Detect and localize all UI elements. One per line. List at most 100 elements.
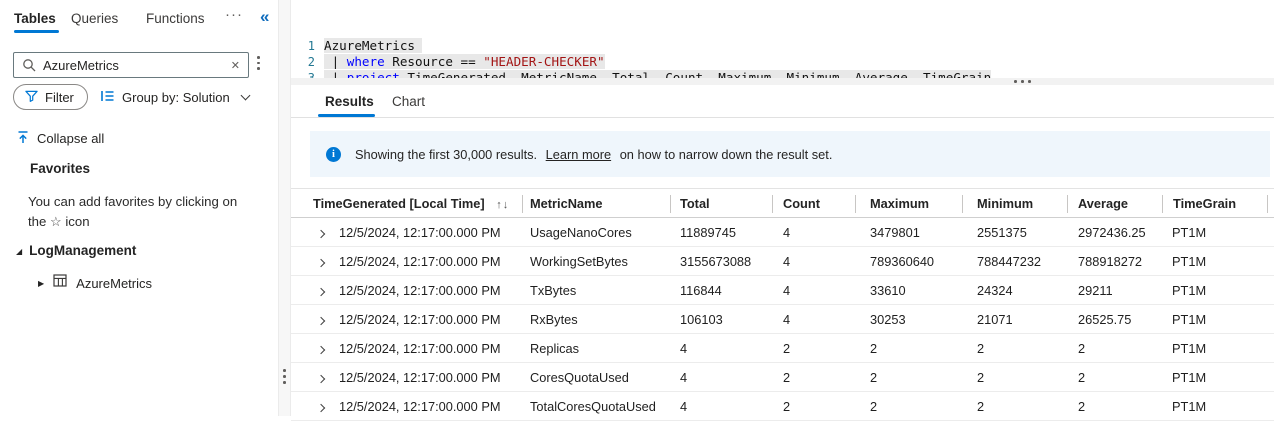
sort-icon[interactable]: ↑↓ — [496, 199, 509, 211]
code-line[interactable]: 1 AzureMetrics — [291, 38, 1274, 54]
column-header-maximum[interactable]: Maximum — [855, 196, 962, 211]
group-by-dropdown[interactable]: Group by: Solution — [100, 84, 251, 110]
collapse-sidebar-icon[interactable]: « — [260, 7, 269, 27]
code-token: "HEADER-CHECKER" — [483, 54, 605, 69]
tables-sidebar: Tables Queries Functions ··· « ✕ Filter … — [0, 0, 278, 416]
tree-item-azuremetrics[interactable]: ▶ AzureMetrics — [38, 274, 152, 292]
cell-maximum: 2 — [870, 340, 878, 356]
code-line[interactable]: 2 | where Resource == "HEADER-CHECKER" — [291, 54, 1274, 70]
table-search-box[interactable]: ✕ — [13, 52, 249, 78]
column-header-total[interactable]: Total — [670, 196, 772, 211]
column-header-average[interactable]: Average — [1067, 196, 1162, 211]
cell-minimum: 24324 — [977, 282, 1013, 298]
tree-expanded-icon: ◢ — [16, 247, 23, 256]
chevron-right-icon — [316, 229, 326, 238]
search-input[interactable] — [43, 57, 231, 73]
search-options-kebab-icon[interactable] — [257, 56, 260, 70]
cell-timegenerated: 12/5/2024, 12:17:00.000 PM — [339, 253, 501, 269]
column-header-metricname[interactable]: MetricName — [522, 196, 670, 211]
column-header-timegenerated[interactable]: TimeGenerated [Local Time] ↑↓ — [291, 196, 522, 211]
cell-total: 4 — [680, 398, 688, 414]
row-expander[interactable] — [291, 254, 339, 269]
cell-average: 29211 — [1078, 282, 1113, 298]
chevron-right-icon — [316, 316, 326, 325]
tree-group-label: LogManagement — [29, 243, 137, 258]
cell-minimum: 2 — [977, 398, 985, 414]
cell-total: 116844 — [680, 282, 722, 298]
tab-results[interactable]: Results — [325, 94, 374, 109]
chevron-right-icon — [316, 403, 326, 412]
cell-maximum: 30253 — [870, 311, 906, 327]
row-expander[interactable] — [291, 341, 339, 356]
tab-chart[interactable]: Chart — [392, 94, 425, 109]
column-divider — [522, 195, 523, 213]
cell-total: 11889745 — [680, 224, 736, 240]
table-row[interactable]: 12/5/2024, 12:17:00.000 PM WorkingSetByte… — [291, 247, 1274, 276]
cell-count: 4 — [783, 253, 791, 269]
code-token: | — [324, 54, 347, 69]
results-tab-bar: Results Chart — [291, 85, 1274, 118]
horizontal-splitter[interactable] — [291, 78, 1274, 85]
results-rows: 12/5/2024, 12:17:00.000 PM UsageNanoCores… — [291, 218, 1274, 421]
code-token: AzureMetrics — [324, 38, 415, 53]
cell-count: 4 — [783, 224, 791, 240]
column-header-count[interactable]: Count — [772, 196, 855, 211]
row-expander[interactable] — [291, 225, 339, 240]
chevron-right-icon — [316, 258, 326, 267]
chevron-down-icon — [240, 90, 251, 100]
table-row[interactable]: 12/5/2024, 12:17:00.000 PM UsageNanoCores… — [291, 218, 1274, 247]
tab-tables[interactable]: Tables — [14, 11, 56, 26]
cell-timegenerated: 12/5/2024, 12:17:00.000 PM — [339, 398, 501, 414]
table-row[interactable]: 12/5/2024, 12:17:00.000 PM Replicas 4 2 2 2 2 P… — [291, 334, 1274, 363]
cell-total: 4 — [680, 340, 688, 356]
star-icon: ☆ — [50, 213, 62, 229]
results-table-header: TimeGenerated [Local Time] ↑↓ MetricName… — [291, 188, 1274, 218]
row-expander[interactable] — [291, 283, 339, 298]
cell-timegenerated: 12/5/2024, 12:17:00.000 PM — [339, 282, 501, 298]
tree-group-logmanagement[interactable]: ◢ LogManagement — [16, 243, 136, 258]
cell-average: 2 — [1078, 340, 1086, 356]
learn-more-link[interactable]: Learn more — [546, 147, 611, 162]
cell-count: 2 — [783, 369, 791, 385]
favorites-hint: You can add favorites by clicking on the… — [28, 192, 262, 231]
column-header-timegrain[interactable]: TimeGrain — [1162, 196, 1267, 211]
collapse-all-icon — [16, 130, 30, 147]
cell-count: 2 — [783, 340, 791, 356]
row-expander[interactable] — [291, 399, 339, 414]
collapse-all-button[interactable]: Collapse all — [16, 130, 104, 147]
query-highlight: | where Resource == "HEADER-CHECKER" — [324, 54, 605, 69]
table-row[interactable]: 12/5/2024, 12:17:00.000 PM TotalCoresQuot… — [291, 392, 1274, 421]
results-table: TimeGenerated [Local Time] ↑↓ MetricName… — [291, 188, 1274, 421]
row-expander[interactable] — [291, 370, 339, 385]
cell-average: 788918272 — [1078, 253, 1143, 269]
cell-timegenerated: 12/5/2024, 12:17:00.000 PM — [339, 311, 501, 327]
cell-average: 2972436.25 — [1078, 224, 1146, 240]
cell-minimum: 2551375 — [977, 224, 1027, 240]
filter-button[interactable]: Filter — [13, 84, 88, 110]
line-number: 1 — [307, 39, 315, 53]
row-expander[interactable] — [291, 312, 339, 327]
cell-average: 2 — [1078, 369, 1086, 385]
tree-collapsed-icon: ▶ — [38, 278, 45, 288]
filter-funnel-icon — [24, 89, 39, 106]
table-row[interactable]: 12/5/2024, 12:17:00.000 PM TxBytes 116844 4… — [291, 276, 1274, 305]
column-divider — [1067, 195, 1068, 213]
cell-total: 3155673088 — [680, 253, 752, 269]
table-row[interactable]: 12/5/2024, 12:17:00.000 PM RxBytes 106103 4… — [291, 305, 1274, 334]
more-tabs-icon[interactable]: ··· — [225, 6, 243, 23]
tab-queries[interactable]: Queries — [71, 11, 118, 26]
cell-metricname: CoresQuotaUsed — [530, 369, 629, 385]
cell-metricname: TxBytes — [530, 282, 577, 298]
group-by-label: Group by: Solution — [122, 89, 230, 105]
vertical-splitter[interactable] — [278, 0, 291, 416]
clear-search-icon[interactable]: ✕ — [231, 59, 240, 72]
column-divider — [1162, 195, 1163, 213]
cell-timegrain: PT1M — [1172, 340, 1207, 356]
cell-timegrain: PT1M — [1172, 282, 1207, 298]
tab-functions[interactable]: Functions — [146, 11, 205, 26]
query-results-pane: 1 AzureMetrics 2 | where Resource == "HEAD… — [291, 0, 1274, 421]
table-row[interactable]: 12/5/2024, 12:17:00.000 PM CoresQuotaUsed… — [291, 363, 1274, 392]
kql-query-editor[interactable]: 1 AzureMetrics 2 | where Resource == "HEAD… — [291, 0, 1274, 85]
cell-timegrain: PT1M — [1172, 311, 1207, 327]
column-header-minimum[interactable]: Minimum — [962, 196, 1067, 211]
